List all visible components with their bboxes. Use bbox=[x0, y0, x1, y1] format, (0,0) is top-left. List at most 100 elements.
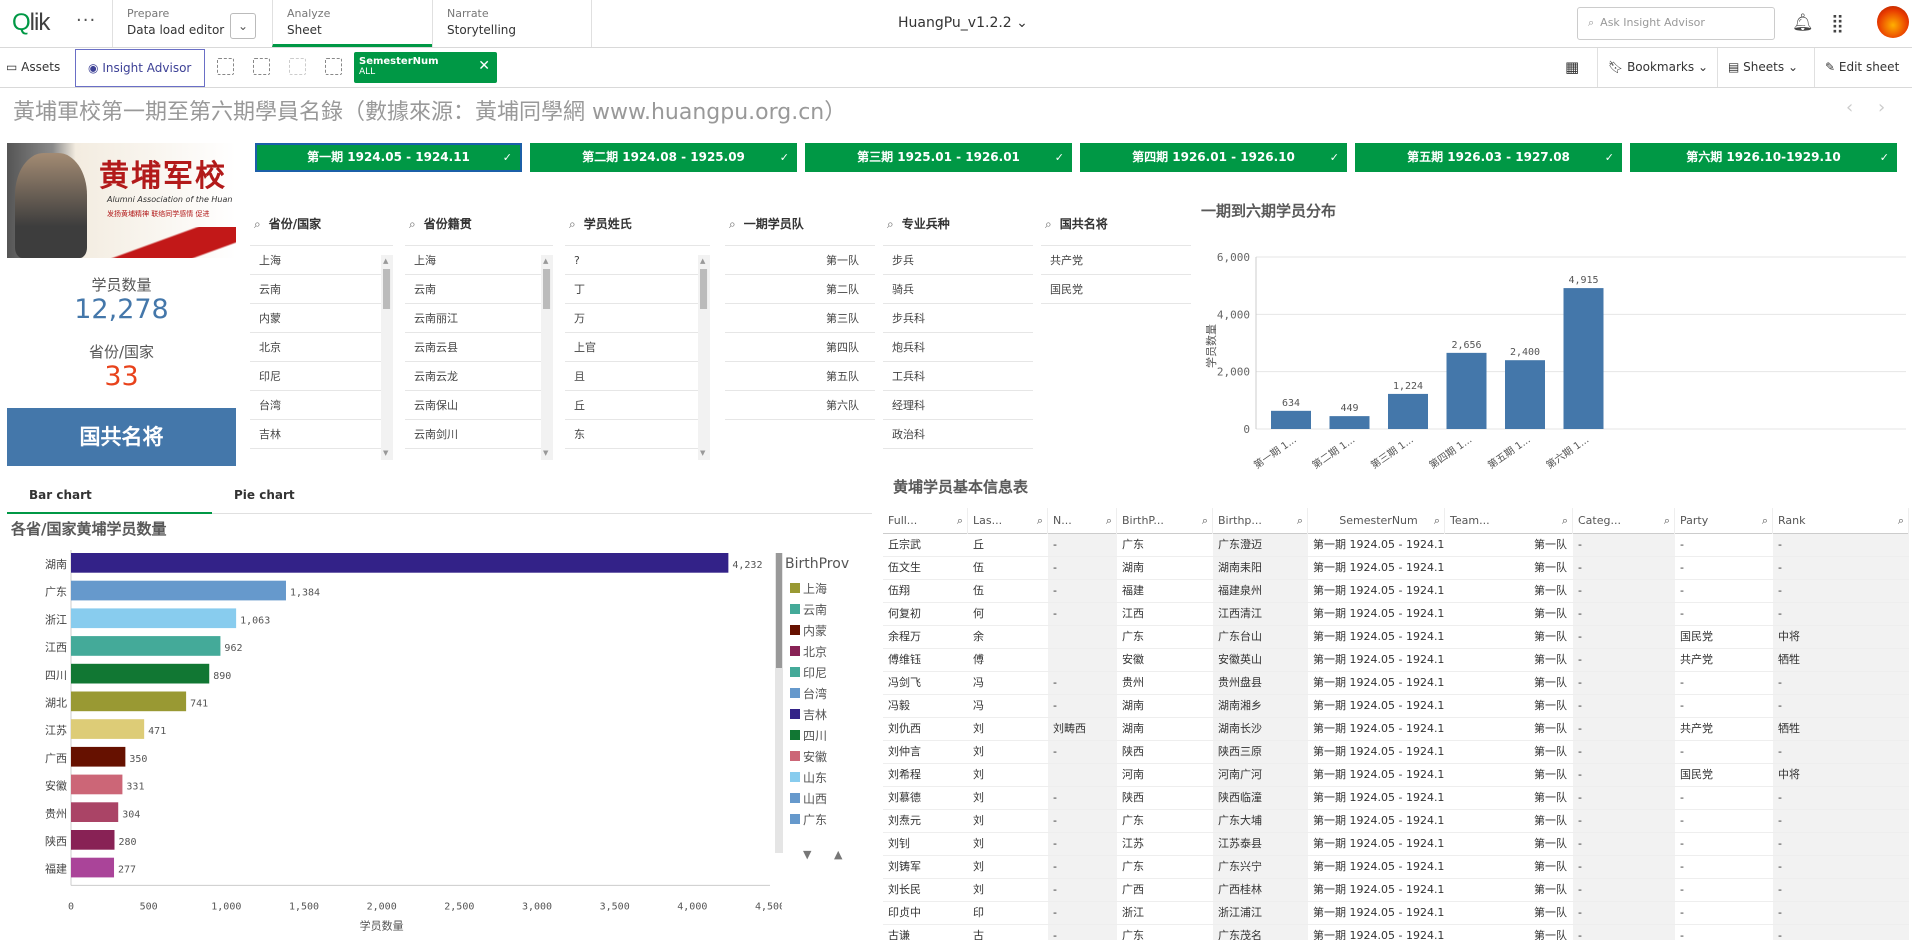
sheets-button[interactable]: ▤ Sheets ⌄ bbox=[1717, 48, 1814, 87]
filter-item[interactable]: 步兵 bbox=[883, 246, 1033, 275]
legend-item[interactable]: 台湾 bbox=[785, 685, 875, 706]
scroll-down-icon[interactable]: ▼ bbox=[700, 449, 705, 457]
table-row[interactable]: 傅维钰 傅 安徽 安徽英山 第一期 1924.05 - 1924.11 第一队 - 共产党 牺牲 bbox=[883, 649, 1909, 672]
legend-item[interactable]: 北京 bbox=[785, 643, 875, 664]
scroll-up-icon[interactable]: ▲ bbox=[543, 257, 548, 265]
semester-button-1[interactable]: 第一期 1924.05 - 1924.11 ✓ bbox=[255, 143, 522, 172]
column-header[interactable]: Las... ⌕ bbox=[968, 508, 1048, 534]
legend-scrollbar[interactable] bbox=[775, 553, 783, 853]
filter-item[interactable]: 第三队 bbox=[725, 304, 875, 333]
filter-item[interactable]: 政治科 bbox=[883, 420, 1033, 449]
legend-item[interactable]: 山东 bbox=[785, 769, 875, 790]
filter-item[interactable]: 第一队 bbox=[725, 246, 875, 275]
legend-item[interactable]: 山西 bbox=[785, 790, 875, 811]
scroll-down-icon[interactable]: ▼ bbox=[383, 449, 388, 457]
column-header[interactable]: Rank ⌕ bbox=[1773, 508, 1909, 534]
party-generals-button[interactable]: 国共名将 bbox=[7, 408, 236, 466]
semester-distribution-chart[interactable]: 一期到六期学员分布 学员数量 0 2,000 4,000 6,000 634 第一期 1..… bbox=[1201, 200, 1909, 472]
search-icon[interactable]: ⌕ bbox=[1037, 508, 1043, 534]
more-menu-icon[interactable]: ··· bbox=[76, 10, 96, 31]
search-icon[interactable]: ⌕ bbox=[957, 508, 963, 534]
filter-item[interactable]: 内蒙 bbox=[250, 304, 393, 333]
filter-item[interactable]: 丘 bbox=[565, 391, 710, 420]
smart-search-icon[interactable] bbox=[217, 58, 234, 75]
column-header[interactable]: SemesterNum ⌕ bbox=[1308, 508, 1445, 534]
table-row[interactable]: 刘仲言刘 - 陕西 陕西三原 第一期 1924.05 - 1924.11 第一队 - - - bbox=[883, 741, 1909, 764]
filter-item[interactable]: 云南 bbox=[250, 275, 393, 304]
table-row[interactable]: 刘铸军刘 - 广东 广东兴宁 第一期 1924.05 - 1924.11 第一队 - - - bbox=[883, 856, 1909, 879]
grid-view-icon[interactable]: ▦ bbox=[1565, 48, 1579, 87]
app-title[interactable]: HuangPu_v1.2.2 ⌄ bbox=[898, 15, 1028, 31]
search-icon[interactable]: ⌕ bbox=[1297, 508, 1303, 534]
table-row[interactable]: 刘希程 刘 河南 河南广河 第一期 1924.05 - 1924.11 第一队 - 国民党 中将 bbox=[883, 764, 1909, 787]
legend-item[interactable]: 吉林 bbox=[785, 706, 875, 727]
province-bar[interactable] bbox=[71, 746, 126, 767]
table-row[interactable]: 刘仇西 刘 刘畴西 湖南 湖南长沙 第一期 1924.05 - 1924.11 第一队 - 共产… bbox=[883, 718, 1909, 741]
province-bar[interactable] bbox=[71, 774, 123, 795]
filter-item[interactable]: 步兵科 bbox=[883, 304, 1033, 333]
scroll-up-icon[interactable]: ▲ bbox=[700, 257, 705, 265]
filter-header[interactable]: ⌕ 国共名将 bbox=[1041, 215, 1191, 241]
filter-item[interactable]: 云南丽江 bbox=[405, 304, 553, 333]
filter-item[interactable]: 第二队 bbox=[725, 275, 875, 304]
tab-pie-chart[interactable]: Pie chart bbox=[212, 478, 417, 514]
bookmarks-button[interactable]: 🔖︎ Bookmarks ⌄ bbox=[1597, 48, 1717, 87]
table-row[interactable]: 刘长民刘 - 广西 广西桂林 第一期 1924.05 - 1924.11 第一队 - - - bbox=[883, 879, 1909, 902]
table-row[interactable]: 伍文生伍 - 湖南 湖南耒阳 第一期 1924.05 - 1924.11 第一队 - - - bbox=[883, 557, 1909, 580]
close-icon[interactable]: ✕ bbox=[478, 58, 490, 74]
filter-item[interactable]: 云南云龙 bbox=[405, 362, 553, 391]
insight-advisor-button[interactable]: ◉ Insight Advisor bbox=[75, 49, 205, 87]
edit-sheet-button[interactable]: ✎ Edit sheet bbox=[1814, 48, 1912, 87]
filter-scrollbar[interactable]: ▲ ▼ bbox=[381, 255, 393, 460]
filter-item[interactable]: 经理科 bbox=[883, 391, 1033, 420]
legend-scroll-down-icon[interactable]: ▼ bbox=[803, 848, 811, 861]
scroll-thumb[interactable] bbox=[543, 269, 551, 309]
filter-item[interactable]: 北京 bbox=[250, 333, 393, 362]
column-header[interactable]: Birthp... ⌕ bbox=[1213, 508, 1308, 534]
legend-item[interactable]: 安徽 bbox=[785, 748, 875, 769]
filter-item[interactable]: 丁 bbox=[565, 275, 710, 304]
selections-tool-icon[interactable] bbox=[253, 58, 270, 75]
legend-item[interactable]: 上海 bbox=[785, 580, 875, 601]
column-bar[interactable] bbox=[1271, 410, 1311, 429]
filter-header[interactable]: ⌕ 学员姓氏 bbox=[565, 215, 710, 241]
filter-item[interactable]: 国民党 bbox=[1041, 275, 1191, 304]
search-icon[interactable]: ⌕ bbox=[1664, 508, 1670, 534]
province-bar[interactable] bbox=[71, 719, 145, 739]
province-bar[interactable] bbox=[71, 608, 237, 629]
filter-item[interactable]: 印尼 bbox=[250, 362, 393, 391]
legend-item[interactable]: 内蒙 bbox=[785, 622, 875, 643]
legend-item[interactable]: 广东 bbox=[785, 811, 875, 832]
province-bar[interactable] bbox=[71, 857, 115, 878]
avatar[interactable] bbox=[1877, 6, 1909, 38]
filter-item[interactable]: 工兵科 bbox=[883, 362, 1033, 391]
filter-item[interactable]: 炮兵科 bbox=[883, 333, 1033, 362]
filter-header[interactable]: ⌕ 省份籍贯 bbox=[405, 215, 553, 241]
filter-item[interactable]: 吉林 bbox=[250, 420, 393, 449]
table-row[interactable]: 冯剑飞冯 - 贵州 贵州盘县 第一期 1924.05 - 1924.11 第一队 - - - bbox=[883, 672, 1909, 695]
province-bar[interactable] bbox=[71, 663, 210, 684]
semester-button-2[interactable]: 第二期 1924.08 - 1925.09 ✓ bbox=[530, 143, 797, 172]
column-header[interactable]: Party ⌕ bbox=[1675, 508, 1773, 534]
legend-scroll-up-icon[interactable]: ▲ bbox=[834, 848, 842, 861]
filter-item[interactable]: 第四队 bbox=[725, 333, 875, 362]
legend-item[interactable]: 印尼 bbox=[785, 664, 875, 685]
province-bar[interactable] bbox=[71, 830, 115, 850]
nav-analyze[interactable]: Analyze Sheet bbox=[272, 0, 432, 47]
filter-header[interactable]: ⌕ 省份/国家 bbox=[250, 215, 393, 241]
nav-narrate[interactable]: Narrate Storytelling bbox=[432, 0, 592, 47]
filter-item[interactable]: 骑兵 bbox=[883, 275, 1033, 304]
column-bar[interactable] bbox=[1329, 416, 1370, 429]
next-sheet-icon[interactable]: › bbox=[1878, 97, 1885, 118]
scroll-down-icon[interactable]: ▼ bbox=[543, 449, 548, 457]
search-icon[interactable]: ⌕ bbox=[1106, 508, 1112, 534]
table-row[interactable]: 印贞中印 - 浙江 浙江浦江 第一期 1924.05 - 1924.11 第一队 - - - bbox=[883, 902, 1909, 925]
legend-scroll-thumb[interactable] bbox=[776, 553, 782, 668]
province-bar-chart[interactable]: 各省/国家黄埔学员数量 0 500 1,000 1,500 2,000 2,500 3,00… bbox=[7, 516, 872, 940]
qlik-logo[interactable]: Qlik bbox=[12, 9, 50, 37]
assets-button[interactable]: ▭ Assets bbox=[6, 48, 60, 87]
tab-bar-chart[interactable]: Bar chart bbox=[7, 478, 212, 514]
table-row[interactable]: 刘慕德刘 - 陕西 陕西临潼 第一期 1924.05 - 1924.11 第一队 - - - bbox=[883, 787, 1909, 810]
filter-item[interactable]: 上海 bbox=[405, 246, 553, 275]
search-icon[interactable]: ⌕ bbox=[1434, 508, 1440, 534]
